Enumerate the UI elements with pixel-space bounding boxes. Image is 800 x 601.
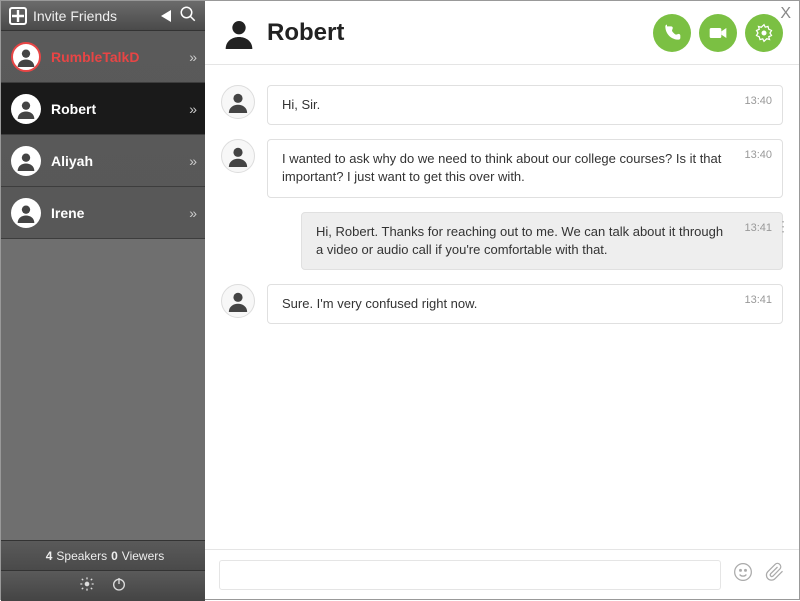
viewers-label: Viewers [122, 549, 164, 563]
attachment-icon[interactable] [765, 562, 785, 587]
contact-name: RumbleTalkD [51, 49, 189, 65]
messages-list: Hi, Sir.13:40I wanted to ask why do we n… [205, 65, 799, 549]
contact-name: Aliyah [51, 153, 189, 169]
message-time: 13:40 [744, 148, 772, 163]
message-time: 13:41 [744, 221, 772, 236]
message-menu-icon[interactable]: ⋮ [776, 221, 790, 231]
chevron-right-icon: » [189, 153, 195, 169]
message-avatar-icon [221, 284, 255, 318]
contact-item-robert[interactable]: Robert» [1, 83, 205, 135]
speakers-viewers-stats: 4 Speakers 0 Viewers [1, 541, 205, 571]
chevron-right-icon: » [189, 101, 195, 117]
audio-call-button[interactable] [653, 14, 691, 52]
search-icon[interactable] [179, 5, 197, 26]
message-text: Sure. I'm very confused right now. [282, 295, 768, 313]
message-avatar-icon [221, 139, 255, 173]
contact-item-irene[interactable]: Irene» [1, 187, 205, 239]
chat-avatar [221, 15, 257, 51]
contact-name: Robert [51, 101, 189, 117]
collapse-left-icon[interactable] [161, 10, 171, 22]
message-row: Hi, Sir.13:40 [221, 85, 783, 125]
emoji-icon[interactable] [733, 562, 753, 587]
message-avatar-icon [221, 85, 255, 119]
message-row: I wanted to ask why do we need to think … [221, 139, 783, 197]
speakers-count: 4 [46, 549, 53, 563]
message-text: I wanted to ask why do we need to think … [282, 150, 768, 186]
message-text: Hi, Sir. [282, 96, 768, 114]
message-input[interactable] [219, 560, 721, 590]
chevron-right-icon: » [189, 49, 195, 65]
contacts-list: RumbleTalkD»Robert»Aliyah»Irene» [1, 31, 205, 540]
chevron-right-icon: » [189, 205, 195, 221]
chat-header: Robert [205, 1, 799, 65]
contact-item-rumbletalkd[interactable]: RumbleTalkD» [1, 31, 205, 83]
power-icon[interactable] [111, 576, 127, 597]
settings-gear-icon[interactable] [79, 576, 95, 597]
viewers-count: 0 [111, 549, 118, 563]
message-text: Hi, Robert. Thanks for reaching out to m… [316, 223, 768, 259]
invite-friends-label[interactable]: Invite Friends [33, 8, 157, 24]
message-bubble[interactable]: Sure. I'm very confused right now.13:41 [267, 284, 783, 324]
close-button[interactable]: X [780, 5, 791, 23]
message-bubble[interactable]: Hi, Robert. Thanks for reaching out to m… [301, 212, 783, 270]
avatar-icon [11, 198, 41, 228]
settings-button[interactable] [745, 14, 783, 52]
chat-title: Robert [267, 19, 645, 47]
message-bubble[interactable]: Hi, Sir.13:40 [267, 85, 783, 125]
avatar-icon [11, 94, 41, 124]
message-time: 13:41 [744, 293, 772, 308]
message-bubble[interactable]: I wanted to ask why do we need to think … [267, 139, 783, 197]
invite-plus-icon[interactable] [9, 7, 27, 25]
speakers-label: Speakers [56, 549, 107, 563]
sidebar-controls [1, 571, 205, 601]
contact-item-aliyah[interactable]: Aliyah» [1, 135, 205, 187]
sidebar: Invite Friends RumbleTalkD»Robert»Aliyah… [1, 1, 205, 601]
message-row: Hi, Robert. Thanks for reaching out to m… [221, 212, 783, 270]
message-composer [205, 549, 799, 599]
avatar-icon [11, 42, 41, 72]
message-row: Sure. I'm very confused right now.13:41 [221, 284, 783, 324]
sidebar-footer: 4 Speakers 0 Viewers [1, 540, 205, 601]
sidebar-top-bar: Invite Friends [1, 1, 205, 31]
chat-panel: X Robert Hi, Sir.13:40I wanted to ask wh… [205, 1, 799, 599]
contact-name: Irene [51, 205, 189, 221]
message-time: 13:40 [744, 94, 772, 109]
avatar-icon [11, 146, 41, 176]
video-call-button[interactable] [699, 14, 737, 52]
